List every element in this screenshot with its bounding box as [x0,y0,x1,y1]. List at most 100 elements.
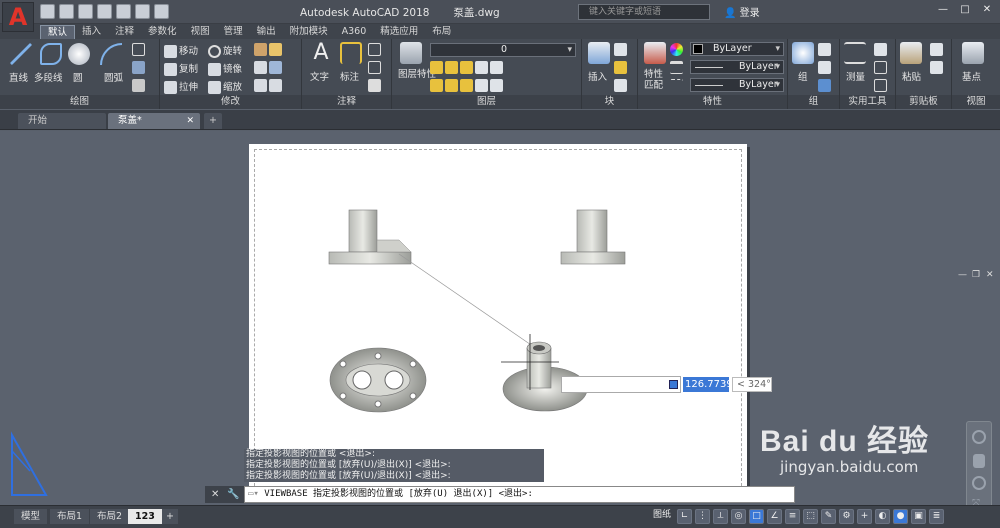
attribute-icon[interactable] [614,79,629,92]
ortho-icon[interactable]: ⟂ [713,509,728,524]
lineweight-dropdown[interactable]: ByLayer [690,60,784,74]
dynamic-input-angle[interactable]: < 324° [732,377,772,392]
insert-tool[interactable]: 插入 [588,69,607,83]
cut-icon[interactable] [930,43,945,56]
gradient-icon[interactable] [132,79,147,92]
maximize-icon[interactable]: □ [956,3,974,17]
utilities-panel-label[interactable]: 实用工具 [840,95,895,109]
top-view[interactable] [329,347,427,413]
tab-6[interactable]: 输出 [250,25,283,39]
selection-cycling-icon[interactable]: ⬚ [803,509,818,524]
trim-icon[interactable] [254,43,284,56]
color-icon[interactable] [670,43,685,56]
pan-icon[interactable] [973,454,985,468]
block-panel-label[interactable]: 块 [582,95,637,109]
tab-0[interactable]: 默认 [40,25,76,39]
copy-tool[interactable]: 复制 [164,61,198,76]
layer-current-icon[interactable] [475,79,488,92]
arc-tool[interactable]: 圆弧 [104,70,123,84]
array-icon[interactable] [254,79,284,92]
group-edit-icon[interactable] [818,61,833,74]
line-tool[interactable]: 直线 [9,70,28,84]
tab-5[interactable]: 管理 [217,25,250,39]
linetype-dropdown[interactable]: ByLayer [690,78,784,92]
tab-8[interactable]: A360 [335,25,374,39]
close-tab-icon[interactable]: ✕ [186,113,194,129]
clipboard-panel-label[interactable]: 剪贴板 [896,95,951,109]
new-tab-icon[interactable]: + [204,113,222,129]
tab-1[interactable]: 插入 [75,25,108,39]
circle-tool[interactable]: 圆 [73,70,83,84]
annotation-scale-icon[interactable]: ✎ [821,509,836,524]
undo-icon[interactable] [135,4,150,19]
match-properties-tool[interactable]: 特性匹配 [644,69,670,91]
layer-isolate-icon[interactable] [475,61,488,74]
move-tool[interactable]: 移动 [164,43,198,58]
modify-panel-label[interactable]: 修改 [160,95,301,109]
match-properties-icon[interactable] [644,42,666,64]
customize-command-icon[interactable]: 🔧 [227,489,239,500]
group-icon[interactable] [792,42,814,64]
polar-icon[interactable]: ◎ [731,509,746,524]
line-icon[interactable] [10,43,32,65]
lineweight-icon[interactable] [670,61,685,74]
circle-icon[interactable] [68,43,90,65]
side-view[interactable] [560,209,626,265]
tab-9[interactable]: 精选应用 [373,25,425,39]
search-input[interactable]: 键入关键字或短语 [578,4,710,20]
navigation-bar[interactable]: ⤧ [966,421,992,517]
redo-icon[interactable] [154,4,169,19]
layer-on-icon[interactable] [430,61,443,74]
copy-clip-icon[interactable] [930,61,945,74]
minimize-viewport-icon[interactable]: — [958,270,968,280]
tab-10[interactable]: 布局 [425,25,458,39]
dynamic-input-value[interactable]: 126.7739 [683,377,733,392]
close-viewport-icon[interactable]: ✕ [986,270,996,280]
rotate-tool[interactable]: 旋转 [208,43,242,58]
linear-dim-icon[interactable] [368,43,383,56]
paste-tool[interactable]: 粘贴 [902,69,921,83]
measure-tool[interactable]: 测量 [846,69,865,83]
create-block-icon[interactable] [614,43,629,56]
close-command-icon[interactable]: ✕ [211,489,219,500]
layer-previous-icon[interactable] [490,79,503,92]
tab-3[interactable]: 参数化 [141,25,184,39]
layout1-tab[interactable]: 布局1 [50,509,90,524]
polyline-icon[interactable] [40,43,62,65]
paper-space-toggle[interactable]: 图纸 [650,509,674,524]
layout-123-tab[interactable]: 123 [128,509,162,524]
dynamic-input-box[interactable] [561,376,681,393]
sign-in-button[interactable]: 👤 登录 [724,4,760,19]
osnap-icon[interactable]: □ [749,509,764,524]
text-tool[interactable]: 文字 [310,69,329,83]
application-menu-button[interactable]: A [2,2,34,32]
linetype-icon[interactable] [670,79,685,92]
plot-icon[interactable] [116,4,131,19]
base-point-icon[interactable] [962,42,984,64]
fillet-icon[interactable] [254,61,284,74]
open-file-icon[interactable] [59,4,74,19]
insert-block-icon[interactable] [588,42,610,64]
model-tab[interactable]: 模型 [14,509,48,524]
lineweight-toggle-icon[interactable]: ≡ [785,509,800,524]
base-tool[interactable]: 基点 [962,69,981,83]
infer-constraints-icon[interactable]: ∟ [677,509,692,524]
tab-2[interactable]: 注释 [108,25,141,39]
text-icon[interactable]: A [310,42,332,64]
drawing-views[interactable] [249,144,747,496]
tab-4[interactable]: 视图 [184,25,217,39]
plus-icon[interactable]: + [857,509,872,524]
save-icon[interactable] [78,4,93,19]
restore-viewport-icon[interactable]: ❐ [972,270,982,280]
arc-icon[interactable] [100,43,122,65]
layer-lock-icon[interactable] [460,61,473,74]
dimension-tool[interactable]: 标注 [340,69,359,83]
layer-match-icon[interactable] [490,61,503,74]
zoom-icon[interactable] [972,476,986,490]
layer-thaw-icon[interactable] [445,79,458,92]
edit-block-icon[interactable] [614,61,629,74]
lock-icon[interactable] [669,380,678,389]
layer-freeze-icon[interactable] [445,61,458,74]
customize-status-icon[interactable]: ≣ [929,509,944,524]
layer-off-icon[interactable] [430,79,443,92]
